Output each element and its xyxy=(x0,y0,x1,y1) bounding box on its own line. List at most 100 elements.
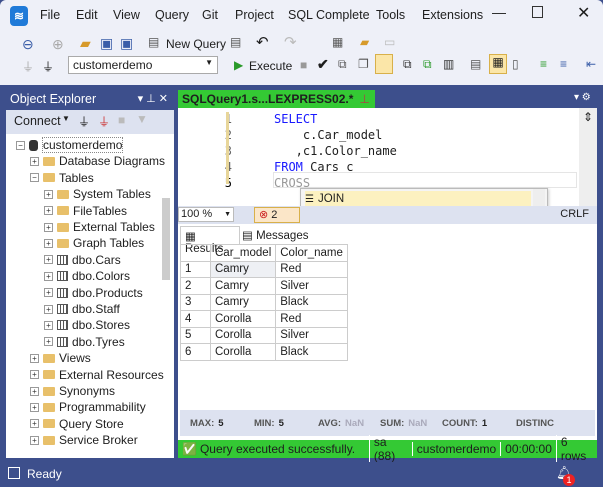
table-cell[interactable]: Corolla xyxy=(209,326,277,344)
expand-icon[interactable]: + xyxy=(30,156,39,166)
tree-node[interactable]: + Database Diagrams xyxy=(30,153,165,169)
menu-query[interactable]: Query xyxy=(155,8,189,22)
split-icon[interactable]: ⇕ xyxy=(583,110,593,124)
menu-sql-complete[interactable]: SQL Complete xyxy=(288,8,370,22)
save-icon[interactable]: ▣ xyxy=(100,35,113,52)
collapse-icon[interactable]: − xyxy=(16,140,25,150)
table-row[interactable]: 2 Camry Silver xyxy=(180,277,348,295)
open-file-icon[interactable]: ▰ xyxy=(80,35,91,52)
table-row[interactable]: 6 Corolla Black xyxy=(180,343,348,361)
table-cell[interactable]: Corolla xyxy=(209,343,277,361)
column-header[interactable] xyxy=(180,244,211,262)
expand-icon[interactable]: + xyxy=(44,320,53,330)
table-cell[interactable]: Camry xyxy=(209,293,277,311)
tree-node[interactable]: + Synonyms xyxy=(30,383,115,399)
close-button[interactable]: ✕ xyxy=(577,3,590,23)
table-cell[interactable]: Corolla xyxy=(209,310,277,328)
errors-indicator[interactable]: ⊗ 2 xyxy=(254,207,300,223)
expand-icon[interactable]: + xyxy=(44,288,53,298)
comment-icon[interactable]: ≡ xyxy=(540,57,547,71)
tree-node[interactable]: + dbo.Tyres xyxy=(44,334,125,350)
tree-node[interactable]: + dbo.Colors xyxy=(44,268,130,284)
tree-node[interactable]: + dbo.Products xyxy=(44,285,143,301)
filter-icon[interactable]: ▼ xyxy=(136,112,148,126)
table-cell[interactable]: Camry xyxy=(209,277,277,295)
tree-node[interactable]: + System Tables xyxy=(44,186,151,202)
parse-check-icon[interactable]: ✔ xyxy=(317,56,329,73)
expand-icon[interactable]: + xyxy=(44,238,53,248)
expand-icon[interactable]: + xyxy=(44,206,53,216)
maximize-button[interactable] xyxy=(532,6,543,18)
tree-node[interactable]: + Query Store xyxy=(30,416,124,432)
forward-icon[interactable]: ⊕ xyxy=(52,36,64,53)
editor-scrollbar[interactable]: ⇕ xyxy=(579,108,597,206)
table-cell[interactable]: 2 xyxy=(180,277,211,295)
windows-icon[interactable]: ❐ xyxy=(358,57,369,71)
menu-file[interactable]: File xyxy=(40,8,60,22)
results-grid[interactable]: Car_model Color_name 1 Camry Red 2 Camry Silver… xyxy=(180,244,348,361)
statistics-icon[interactable]: ▥ xyxy=(443,57,454,71)
expand-icon[interactable]: + xyxy=(44,189,53,199)
change-connection-icon[interactable]: ⏚ xyxy=(42,58,54,75)
table-cell[interactable]: Red xyxy=(275,310,348,328)
execute-button[interactable]: Execute xyxy=(249,59,292,73)
tab-results[interactable]: ▦ Results xyxy=(180,226,240,255)
table-cell[interactable]: 4 xyxy=(180,310,211,328)
tree-node[interactable]: + FileTables xyxy=(44,203,127,219)
tree-node[interactable]: + Graph Tables xyxy=(44,235,144,251)
minimize-button[interactable]: — xyxy=(492,4,506,20)
tree-node[interactable]: + Service Broker xyxy=(30,432,138,448)
undo-icon[interactable]: ↶ xyxy=(256,33,269,51)
menu-tools[interactable]: Tools xyxy=(376,8,405,22)
tree-node[interactable]: + External Tables xyxy=(44,219,155,235)
tab-messages[interactable]: ▤ Messages xyxy=(242,228,308,242)
table-row[interactable]: 1 Camry Red xyxy=(180,260,348,278)
table-cell[interactable]: 5 xyxy=(180,326,211,344)
tree-node[interactable]: + dbo.Staff xyxy=(44,301,120,317)
autocomplete-item[interactable]: ☰ JOIN xyxy=(305,191,531,207)
expand-icon[interactable]: + xyxy=(30,370,39,380)
expand-icon[interactable]: + xyxy=(30,402,39,412)
table-row[interactable]: 4 Corolla Red xyxy=(180,310,348,328)
table-cell[interactable]: Black xyxy=(275,293,348,311)
tree-node[interactable]: + External Resources xyxy=(30,367,164,383)
expand-icon[interactable]: + xyxy=(44,271,53,281)
column-header[interactable]: Color_name xyxy=(275,244,348,262)
table-cell[interactable]: Black xyxy=(275,343,348,361)
results-pane-toggle[interactable] xyxy=(375,54,393,74)
expand-icon[interactable]: + xyxy=(44,255,53,265)
outdent-icon[interactable]: ⇤ xyxy=(586,57,596,71)
plan-actual-icon[interactable]: ⧉ xyxy=(423,57,432,72)
expand-icon[interactable]: + xyxy=(44,222,53,232)
table-cell[interactable]: Silver xyxy=(275,326,348,344)
expand-icon[interactable]: + xyxy=(44,337,53,347)
results-file-icon[interactable]: ▯ xyxy=(512,57,519,71)
table-cell[interactable]: 3 xyxy=(180,293,211,311)
uncomment-icon[interactable]: ≡ xyxy=(560,57,567,71)
results-text-icon[interactable]: ▤ xyxy=(470,57,481,71)
tree-scrollbar[interactable] xyxy=(162,198,170,280)
disconnect-icon[interactable]: ⏚ xyxy=(98,113,110,130)
results-grid-toggle[interactable]: ▦ xyxy=(489,54,507,74)
tree-node[interactable]: + Programmability xyxy=(30,399,146,415)
tab-menu-icon[interactable]: ▾ ⚙ xyxy=(574,92,591,103)
collapse-icon[interactable]: − xyxy=(30,173,39,183)
report-icon[interactable]: ▦ xyxy=(332,35,343,49)
new-query-button[interactable]: New Query xyxy=(166,37,226,51)
save-all-icon[interactable]: ▣ xyxy=(120,35,133,52)
database-select[interactable]: customerdemo ▼ xyxy=(68,56,218,74)
redo-icon[interactable]: ↷ xyxy=(284,33,297,51)
table-cell[interactable]: Camry xyxy=(209,260,277,278)
connect-plug-icon[interactable]: ⏚ xyxy=(22,58,34,75)
column-header[interactable]: Car_model xyxy=(209,244,277,262)
plan-icon[interactable]: ⧉ xyxy=(338,57,347,72)
table-cell[interactable]: Silver xyxy=(275,277,348,295)
table-cell[interactable]: 6 xyxy=(180,343,211,361)
expand-icon[interactable]: + xyxy=(30,419,39,429)
table-row[interactable]: 5 Corolla Silver xyxy=(180,326,348,344)
stop-icon[interactable]: ■ xyxy=(118,113,125,127)
table-row[interactable]: 3 Camry Black xyxy=(180,293,348,311)
table-cell[interactable]: 1 xyxy=(180,260,211,278)
tree-node[interactable]: − customerdemo xyxy=(16,137,124,153)
menu-git[interactable]: Git xyxy=(202,8,218,22)
